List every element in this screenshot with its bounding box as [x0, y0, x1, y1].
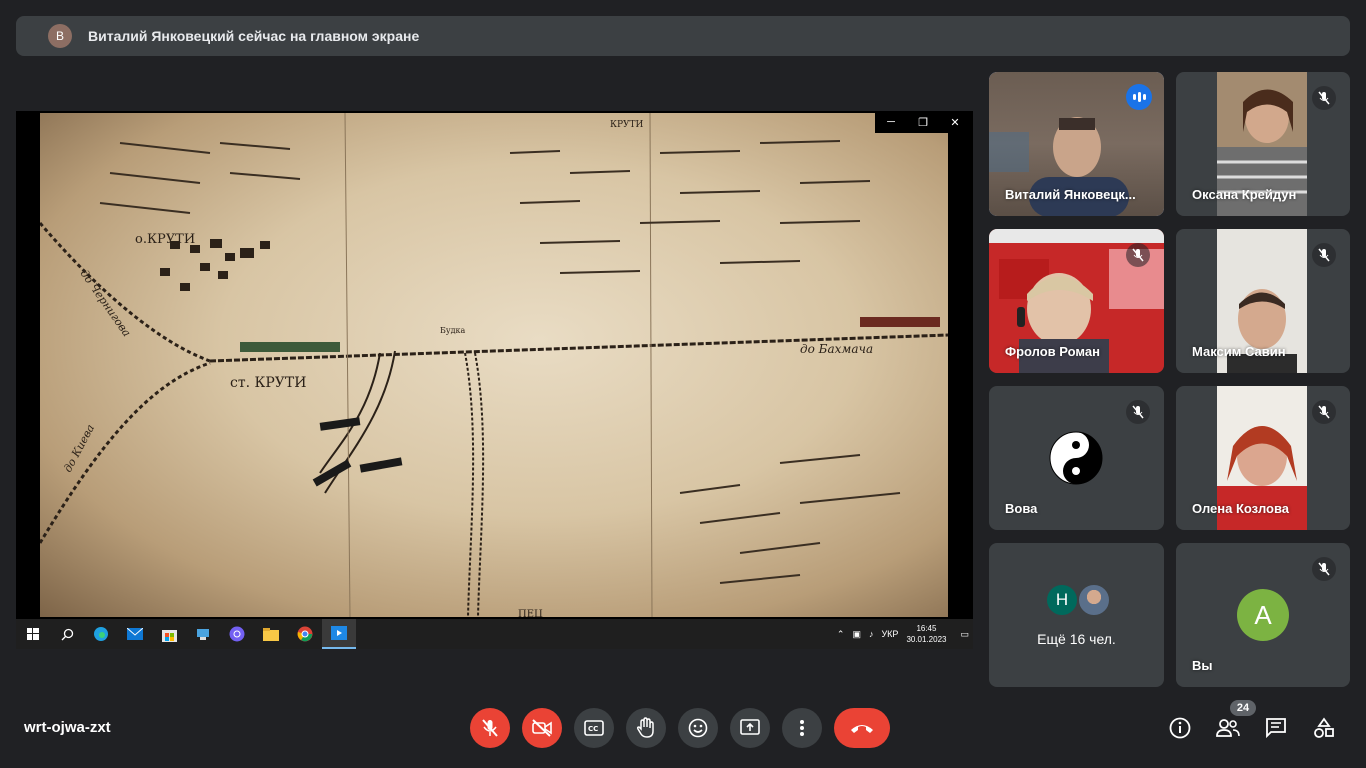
- presenter-avatar: В: [48, 24, 72, 48]
- participant-name: Оксана Крейдун: [1192, 187, 1297, 202]
- participant-tile[interactable]: Максим Савин: [1176, 229, 1350, 373]
- close-icon[interactable]: ✕: [939, 111, 971, 133]
- mic-off-icon: [1312, 243, 1336, 267]
- participant-name: Виталий Янковецк...: [1005, 187, 1136, 202]
- file-explorer-icon[interactable]: [254, 619, 288, 649]
- participant-name: Вова: [1005, 501, 1038, 516]
- presenting-text: Виталий Янковецкий сейчас на главном экр…: [88, 28, 420, 44]
- clock-time: 16:45: [916, 624, 937, 633]
- participant-name: Олена Козлова: [1192, 501, 1290, 516]
- network-icon[interactable]: ▣: [852, 629, 861, 640]
- others-avatar-photo: [1077, 583, 1111, 617]
- participant-name: Вы: [1192, 658, 1213, 673]
- svg-text:CC: CC: [588, 725, 598, 733]
- mic-off-icon: [1312, 557, 1336, 581]
- notifications-icon[interactable]: ▭: [960, 629, 969, 640]
- self-tile[interactable]: А Вы: [1176, 543, 1350, 687]
- map-label-to-chernigov: до Чернигова: [78, 267, 134, 339]
- map-label-station: ст. КРУТИ: [230, 375, 306, 391]
- map-label-to-bakhmach: до Бахмача: [800, 342, 873, 356]
- shared-screen[interactable]: о.КРУТИ ст. КРУТИ до Бахмача до Чернигов…: [16, 111, 973, 649]
- others-tile[interactable]: Н Ещё 16 чел.: [989, 543, 1164, 687]
- participant-tile[interactable]: Вова: [989, 386, 1164, 530]
- microphone-tray-icon[interactable]: ♪: [869, 629, 874, 639]
- taskbar-clock[interactable]: 16:45 30.01.2023: [906, 623, 946, 645]
- participant-count-badge: 24: [1230, 700, 1256, 716]
- viber-icon[interactable]: [220, 619, 254, 649]
- participant-tile[interactable]: Фролов Роман: [989, 229, 1164, 373]
- meeting-info-icon[interactable]: [1164, 712, 1196, 744]
- map-label-budka: Будка: [440, 326, 466, 335]
- bottom-toolbar: wrt-ojwa-zxt CC 24: [0, 700, 1366, 756]
- raise-hand-button[interactable]: [626, 708, 666, 748]
- chrome-icon[interactable]: [288, 619, 322, 649]
- participant-tile[interactable]: Виталий Янковецк...: [989, 72, 1164, 216]
- edge-icon[interactable]: [84, 619, 118, 649]
- participant-tile[interactable]: Олена Козлова: [1176, 386, 1350, 530]
- people-icon[interactable]: [1212, 712, 1244, 744]
- map-label-bottom: ПЕЦ: [518, 609, 543, 617]
- video-player-icon[interactable]: [322, 619, 356, 649]
- others-avatar: Н: [1045, 583, 1079, 617]
- chat-icon[interactable]: [1260, 712, 1292, 744]
- camera-toggle-button[interactable]: [522, 708, 562, 748]
- participant-tile[interactable]: Оксана Крейдун: [1176, 72, 1350, 216]
- tray-chevron-up-icon[interactable]: ⌃: [837, 629, 845, 640]
- mic-off-icon: [1126, 243, 1150, 267]
- onedrive-icon[interactable]: [186, 619, 220, 649]
- window-controls: ─ ❐ ✕: [875, 111, 971, 133]
- minimize-icon[interactable]: ─: [875, 111, 907, 133]
- search-icon[interactable]: [50, 619, 84, 649]
- activities-icon[interactable]: [1308, 712, 1340, 744]
- mail-icon[interactable]: [118, 619, 152, 649]
- language-indicator[interactable]: УКР: [881, 629, 898, 639]
- yin-yang-avatar: [1049, 431, 1103, 485]
- reactions-button[interactable]: [678, 708, 718, 748]
- map-label-kruty-top: КРУТИ: [610, 120, 644, 130]
- participant-name: Фролов Роман: [1005, 344, 1100, 359]
- mic-off-icon: [1312, 86, 1336, 110]
- meeting-code: wrt-ojwa-zxt: [24, 719, 111, 736]
- presenting-banner: В Виталий Янковецкий сейчас на главном э…: [16, 16, 1350, 56]
- map-label-village: о.КРУТИ: [135, 232, 195, 247]
- map-label-to-kiev: до Киева: [61, 422, 97, 474]
- system-tray: ⌃ ▣ ♪ УКР 16:45 30.01.2023 ▭: [837, 619, 969, 649]
- clock-date: 30.01.2023: [906, 635, 947, 644]
- leave-call-button[interactable]: [834, 708, 890, 748]
- self-avatar: А: [1237, 589, 1289, 641]
- historical-map-image: о.КРУТИ ст. КРУТИ до Бахмача до Чернигов…: [40, 113, 948, 617]
- mic-off-icon: [1126, 400, 1150, 424]
- microphone-toggle-button[interactable]: [470, 708, 510, 748]
- store-icon[interactable]: [152, 619, 186, 649]
- captions-button[interactable]: CC: [574, 708, 614, 748]
- speaking-indicator-icon: [1126, 84, 1152, 110]
- windows-taskbar: ⌃ ▣ ♪ УКР 16:45 30.01.2023 ▭: [16, 619, 973, 649]
- restore-icon[interactable]: ❐: [907, 111, 939, 133]
- mic-off-icon: [1312, 400, 1336, 424]
- present-screen-button[interactable]: [730, 708, 770, 748]
- others-count-label: Ещё 16 чел.: [1037, 631, 1116, 647]
- windows-start-icon[interactable]: [16, 619, 50, 649]
- participant-name: Максим Савин: [1192, 344, 1286, 359]
- more-options-button[interactable]: [782, 708, 822, 748]
